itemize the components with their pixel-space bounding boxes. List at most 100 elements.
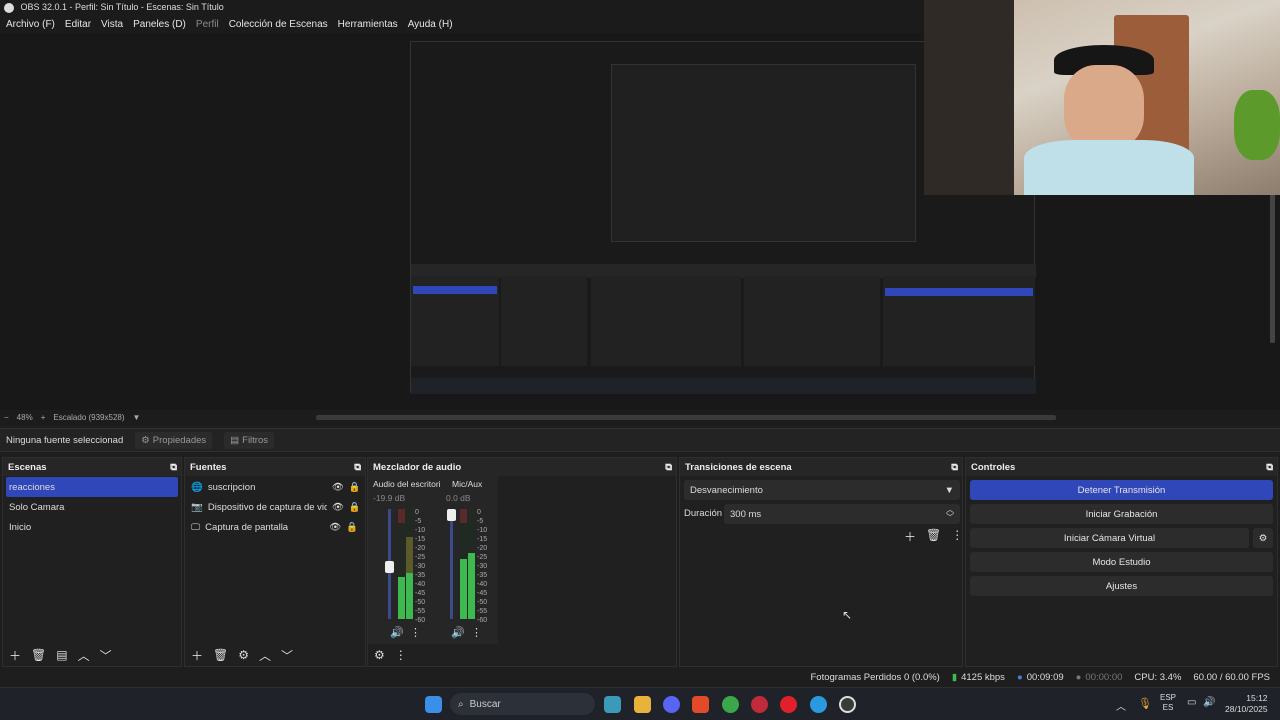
chevron-up-icon[interactable]: ︿: [259, 647, 271, 664]
eye-icon[interactable]: 👁: [329, 522, 341, 533]
speaker-icon[interactable]: 🔊: [390, 626, 404, 639]
sources-footer: ＋ 🗑 ⚙ ︿ ﹀: [185, 644, 365, 666]
sources-title: Fuentes: [190, 461, 227, 473]
scene-item[interactable]: Inicio: [3, 517, 181, 537]
chrome-icon[interactable]: [722, 696, 739, 713]
language-indicator[interactable]: ESP ES: [1160, 693, 1176, 713]
properties-button[interactable]: ⚙ Propiedades: [135, 431, 213, 449]
chevron-down-icon[interactable]: ﹀: [281, 647, 293, 664]
transition-select[interactable]: Desvanecimiento ▼: [684, 480, 960, 500]
filter-icon[interactable]: ▤: [56, 648, 67, 662]
undock-icon[interactable]: ⧉: [354, 462, 361, 473]
properties-label: Propiedades: [152, 434, 207, 446]
filters-button[interactable]: ▤ Filtros: [224, 431, 275, 449]
studio-mode-button[interactable]: Modo Estudio: [970, 552, 1273, 572]
globe-icon: 🌐: [191, 481, 203, 493]
volume-slider-handle[interactable]: [385, 561, 394, 573]
undock-icon[interactable]: ⧉: [951, 462, 958, 473]
controls-title: Controles: [971, 461, 1016, 473]
scenes-dock: Escenas ⧉ reacciones Solo Camara Inicio …: [2, 457, 182, 667]
controls-header: Controles ⧉: [966, 458, 1277, 476]
gear-icon[interactable]: ⚙: [1253, 528, 1273, 548]
speaker-icon[interactable]: 🔊: [451, 626, 465, 639]
scale-dropdown-icon[interactable]: ▼: [133, 413, 141, 422]
spin-arrows-icon[interactable]: ︿ ﹀: [946, 506, 954, 522]
lock-icon[interactable]: 🔒: [349, 502, 361, 513]
add-icon[interactable]: ＋: [9, 647, 21, 664]
filters-label: Filtros: [242, 434, 269, 446]
undock-icon[interactable]: ⧉: [1266, 462, 1273, 473]
scene-item[interactable]: reacciones: [6, 477, 178, 497]
source-item[interactable]: 🖵 Captura de pantalla 👁 🔒: [185, 517, 365, 537]
lock-icon[interactable]: 🔒: [346, 522, 358, 533]
eye-icon[interactable]: 👁: [332, 482, 344, 493]
record-timer: ● 00:00:00: [1076, 672, 1123, 683]
preview-horizontal-scrollbar[interactable]: [316, 415, 1056, 420]
menu-help[interactable]: Ayuda (H): [404, 19, 459, 30]
chevron-up-icon[interactable]: ︿: [78, 647, 90, 664]
trash-icon[interactable]: 🗑: [31, 648, 46, 662]
trash-icon[interactable]: 🗑: [926, 528, 941, 545]
stop-stream-button[interactable]: Detener Transmisión: [970, 480, 1273, 500]
lock-icon[interactable]: 🔒: [349, 482, 361, 493]
opera-gx-icon[interactable]: [751, 696, 768, 713]
virtual-cam-button[interactable]: Iniciar Cámara Virtual: [970, 528, 1249, 548]
undock-icon[interactable]: ⧉: [665, 462, 672, 473]
obs-logo-icon: [4, 2, 14, 13]
gear-icon[interactable]: ⚙: [238, 648, 249, 662]
add-icon[interactable]: ＋: [904, 528, 916, 545]
dropped-frames: Fotogramas Perdidos 0 (0.0%): [810, 671, 940, 683]
menu-edit[interactable]: Editar: [61, 19, 97, 30]
folder-icon[interactable]: [634, 696, 651, 713]
volume-slider-handle[interactable]: [447, 509, 456, 521]
transitions-header: Transiciones de escena ⧉: [680, 458, 962, 476]
menu-view[interactable]: Vista: [97, 19, 129, 30]
advanced-audio-icon[interactable]: ⚙: [374, 648, 385, 662]
chevron-up-icon[interactable]: ︿: [1116, 698, 1126, 713]
preview-vertical-scrollbar[interactable]: [1270, 193, 1275, 343]
menu-file[interactable]: Archivo (F): [2, 19, 61, 30]
add-icon[interactable]: ＋: [191, 647, 203, 664]
more-options-icon[interactable]: ⋮: [410, 626, 421, 639]
opera-icon[interactable]: [780, 696, 797, 713]
source-name: suscripcion: [207, 481, 256, 493]
audio-meter: [460, 509, 467, 619]
window-title-text: OBS 32.0.1 - Perfil: Sin Título - Escena…: [20, 2, 224, 12]
display-icon[interactable]: ▭: [1187, 697, 1196, 708]
start-recording-button[interactable]: Iniciar Grabación: [970, 504, 1273, 524]
obs-icon[interactable]: [839, 696, 856, 713]
menu-tools[interactable]: Herramientas: [334, 19, 404, 30]
brave-icon[interactable]: [692, 696, 709, 713]
volume-slider-track[interactable]: [450, 509, 453, 619]
scenes-header: Escenas ⧉: [3, 458, 181, 476]
clock[interactable]: 15:12 28/10/2025: [1225, 693, 1268, 715]
edge-icon[interactable]: [810, 696, 827, 713]
microphone-icon[interactable]: 🎙: [1138, 697, 1152, 710]
menu-scene-collection[interactable]: Colección de Escenas: [225, 19, 334, 30]
settings-button[interactable]: Ajustes: [970, 576, 1273, 596]
discord-icon[interactable]: [663, 696, 680, 713]
record-icon: ●: [1075, 671, 1082, 683]
capcut-icon[interactable]: [604, 696, 621, 713]
scene-item[interactable]: Solo Camara: [3, 497, 181, 517]
virtual-cam-row: Iniciar Cámara Virtual ⚙: [970, 528, 1273, 548]
taskbar-search[interactable]: ⌕ Buscar: [450, 693, 595, 715]
zoom-out-button[interactable]: −: [4, 413, 9, 422]
undock-icon[interactable]: ⧉: [170, 462, 177, 473]
chevron-down-icon[interactable]: ﹀: [100, 647, 112, 664]
zoom-in-button[interactable]: +: [41, 413, 46, 422]
duration-spinbox[interactable]: 300 ms ︿ ﹀: [724, 504, 960, 524]
source-item[interactable]: 📷 Dispositivo de captura de vide 👁 🔒: [185, 497, 365, 517]
mixer-title: Mezclador de audio: [373, 461, 462, 473]
more-options-icon[interactable]: ⋮: [951, 528, 963, 545]
more-options-icon[interactable]: ⋮: [395, 648, 407, 662]
menu-docks[interactable]: Paneles (D): [129, 19, 192, 30]
source-item[interactable]: 🌐 suscripcion 👁 🔒: [185, 477, 365, 497]
menu-profile[interactable]: Perfil: [192, 19, 225, 30]
eye-icon[interactable]: 👁: [332, 502, 344, 513]
volume-icon[interactable]: 🔊: [1203, 697, 1215, 708]
more-options-icon[interactable]: ⋮: [471, 626, 482, 639]
camera-icon: 📷: [191, 501, 203, 513]
trash-icon[interactable]: 🗑: [213, 648, 228, 662]
windows-start-icon[interactable]: [425, 696, 442, 713]
